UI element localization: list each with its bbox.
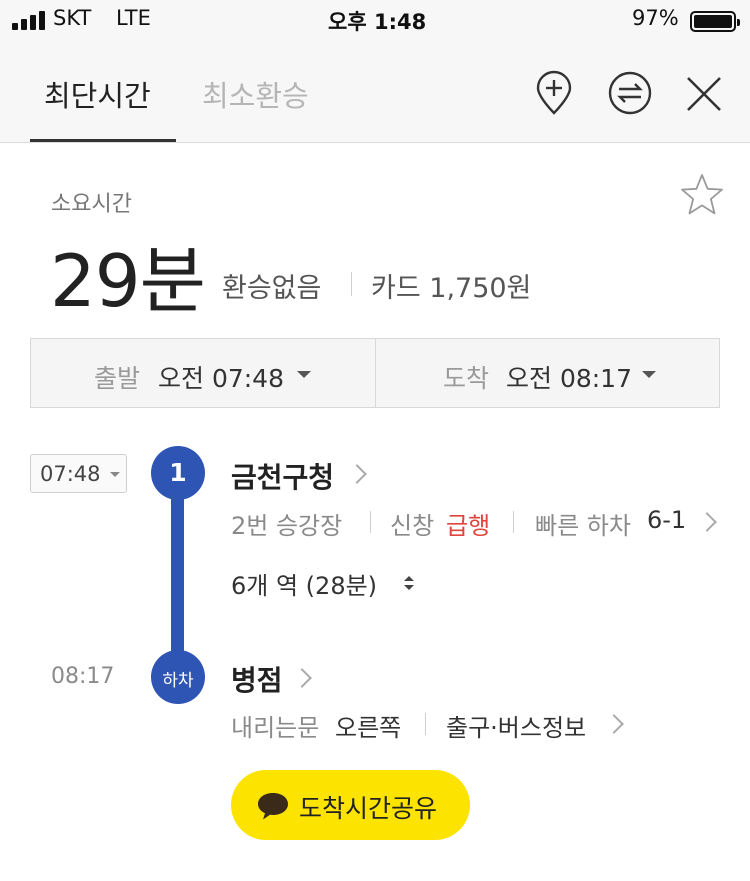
- door-label: 내리는문: [231, 714, 320, 742]
- chevron-right-icon[interactable]: [347, 464, 367, 484]
- active-tab-indicator: [30, 139, 176, 142]
- swap-icon[interactable]: [606, 69, 654, 117]
- express-badge: 급행: [446, 512, 491, 540]
- carrier-name: SKT: [53, 6, 92, 30]
- battery-icon: [690, 11, 740, 32]
- board-step-marker: 1: [151, 446, 205, 500]
- fare-info: 카드 1,750원: [371, 273, 532, 304]
- stops-expand-toggle[interactable]: 6개 역 (28분): [231, 566, 431, 602]
- fast-exit-label: 빠른 하차: [535, 512, 631, 540]
- chevron-right-icon[interactable]: [604, 714, 624, 734]
- close-icon[interactable]: [680, 70, 728, 118]
- duration-value: 29분: [50, 239, 206, 323]
- status-bar: SKT LTE 오후 1:48 97%: [0, 0, 750, 40]
- chevron-right-icon[interactable]: [697, 512, 717, 532]
- battery-percent: 97%: [632, 6, 679, 30]
- share-arrival-label: 도착시간공유: [299, 794, 438, 823]
- speech-bubble-icon: [258, 793, 288, 820]
- depart-label: 출발: [94, 364, 141, 393]
- platform-info: 2번 승강장: [231, 512, 343, 540]
- time-selector: 출발 오전 07:48 도착 오전 08:17: [30, 338, 720, 408]
- arrive-label: 도착: [443, 364, 490, 393]
- board-station-name[interactable]: 금천구청: [231, 456, 334, 496]
- network-type: LTE: [116, 6, 151, 30]
- arrive-time-selector[interactable]: 도착 오전 08:17: [376, 339, 720, 407]
- subway-line-segment: [171, 490, 184, 652]
- alight-station-name[interactable]: 병점: [231, 659, 283, 699]
- route-header: 최단시간 최소환승: [0, 40, 750, 143]
- detail-divider: [370, 511, 371, 533]
- door-value: 오른쪽: [335, 714, 402, 742]
- stops-summary: 6개 역 (28분): [231, 572, 378, 600]
- detail-divider: [513, 511, 514, 533]
- expand-toggle-icon: [404, 576, 414, 590]
- depart-value: 오전 07:48: [158, 364, 284, 393]
- chevron-down-icon: [642, 371, 656, 378]
- depart-time-selector[interactable]: 출발 오전 07:48: [31, 339, 375, 407]
- chevron-down-icon: [110, 472, 120, 477]
- alight-time: 08:17: [51, 664, 115, 689]
- tab-min-transfer[interactable]: 최소환승: [202, 73, 309, 115]
- board-time-badge[interactable]: 07:48: [30, 454, 127, 493]
- meta-divider: [351, 272, 352, 296]
- share-arrival-button[interactable]: 도착시간공유: [231, 770, 470, 840]
- arrive-value: 오전 08:17: [506, 364, 632, 393]
- transfer-info: 환승없음: [222, 273, 322, 304]
- signal-strength-icon: [12, 10, 46, 30]
- exit-bus-info-link[interactable]: 출구·버스정보: [446, 708, 586, 743]
- direction-info: 신창: [390, 512, 435, 540]
- detail-divider: [425, 713, 426, 735]
- alight-marker: 하차: [151, 650, 205, 704]
- star-outline-icon[interactable]: [679, 172, 725, 218]
- status-time: 오후 1:48: [328, 10, 427, 34]
- board-time: 07:48: [40, 462, 101, 486]
- fast-exit-value[interactable]: 6-1: [647, 506, 686, 534]
- tab-shortest-time[interactable]: 최단시간: [44, 73, 151, 115]
- alight-marker-label: 하차: [162, 671, 194, 691]
- duration-label: 소요시간: [51, 192, 132, 217]
- chevron-down-icon: [297, 371, 311, 378]
- chevron-right-icon[interactable]: [292, 668, 312, 688]
- add-location-icon[interactable]: [530, 69, 578, 117]
- board-step-number: 1: [169, 458, 187, 487]
